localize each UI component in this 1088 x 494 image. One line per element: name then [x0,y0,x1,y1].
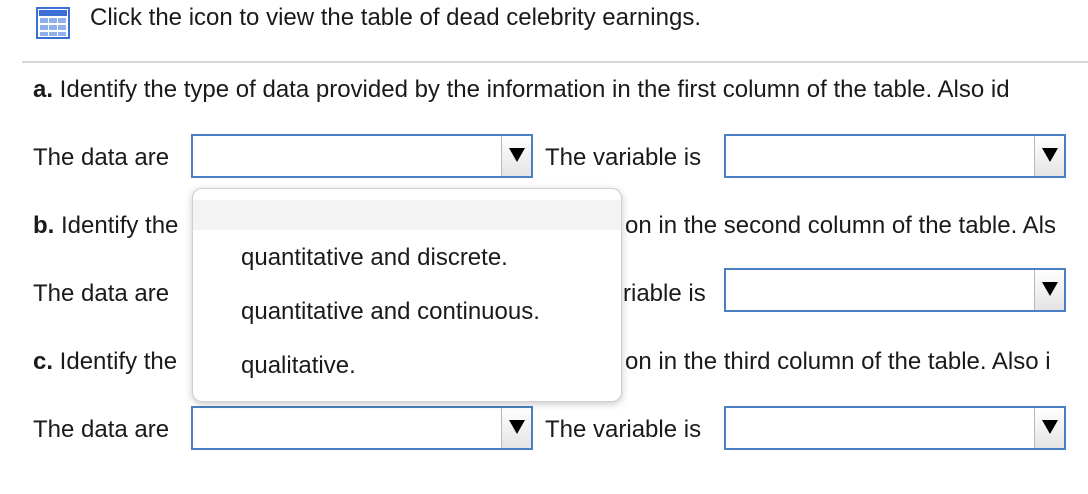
question-a-text: Identify the type of data provided by th… [53,76,1010,103]
question-a-letter: a. [33,76,54,103]
question-c-text-left: Identify the [53,348,178,375]
question-a-variable-label: The variable is [545,144,702,171]
question-c-variable-dropdown[interactable] [724,406,1066,450]
dropdown-arrow-icon[interactable] [1034,270,1064,310]
question-c-text-right: on in the third column of the table. Als… [625,348,1051,375]
question-c-letter: c. [33,348,54,375]
question-b-variable-label: riable is [623,280,706,307]
question-a-data-dropdown[interactable] [191,134,533,178]
question-b-data-label: The data are [33,280,170,307]
question-b-text-left: Identify the [54,212,179,239]
question-b-variable-dropdown[interactable] [724,268,1066,312]
question-b-text-right: on in the second column of the table. Al… [625,212,1056,239]
question-a-prompt: a. Identify the type of data provided by… [33,76,1010,104]
dropdown-option-quantitative-continuous[interactable]: quantitative and continuous. [241,298,540,326]
question-b-prompt-left: b. Identify the [33,212,178,240]
question-c-prompt-left: c. Identify the [33,348,177,376]
question-b-letter: b. [33,212,55,239]
question-a-data-label: The data are [33,144,170,171]
divider [22,61,1088,63]
dropdown-menu: quantitative and discrete. quantitative … [192,188,622,402]
question-c-data-dropdown[interactable] [191,406,533,450]
dropdown-arrow-icon[interactable] [1034,136,1064,176]
dropdown-option-qualitative[interactable]: qualitative. [241,352,356,380]
dropdown-arrow-icon[interactable] [501,408,531,448]
dropdown-arrow-icon[interactable] [1034,408,1064,448]
question-c-variable-label: The variable is [545,416,702,443]
dropdown-arrow-icon[interactable] [501,136,531,176]
question-c-data-label: The data are [33,416,170,443]
dropdown-option-quantitative-discrete[interactable]: quantitative and discrete. [241,244,508,272]
table-grid-icon[interactable] [36,7,70,39]
question-a-variable-dropdown[interactable] [724,134,1066,178]
dropdown-option-blank[interactable] [193,200,621,230]
view-table-link[interactable]: Click the icon to view the table of dead… [90,4,701,32]
